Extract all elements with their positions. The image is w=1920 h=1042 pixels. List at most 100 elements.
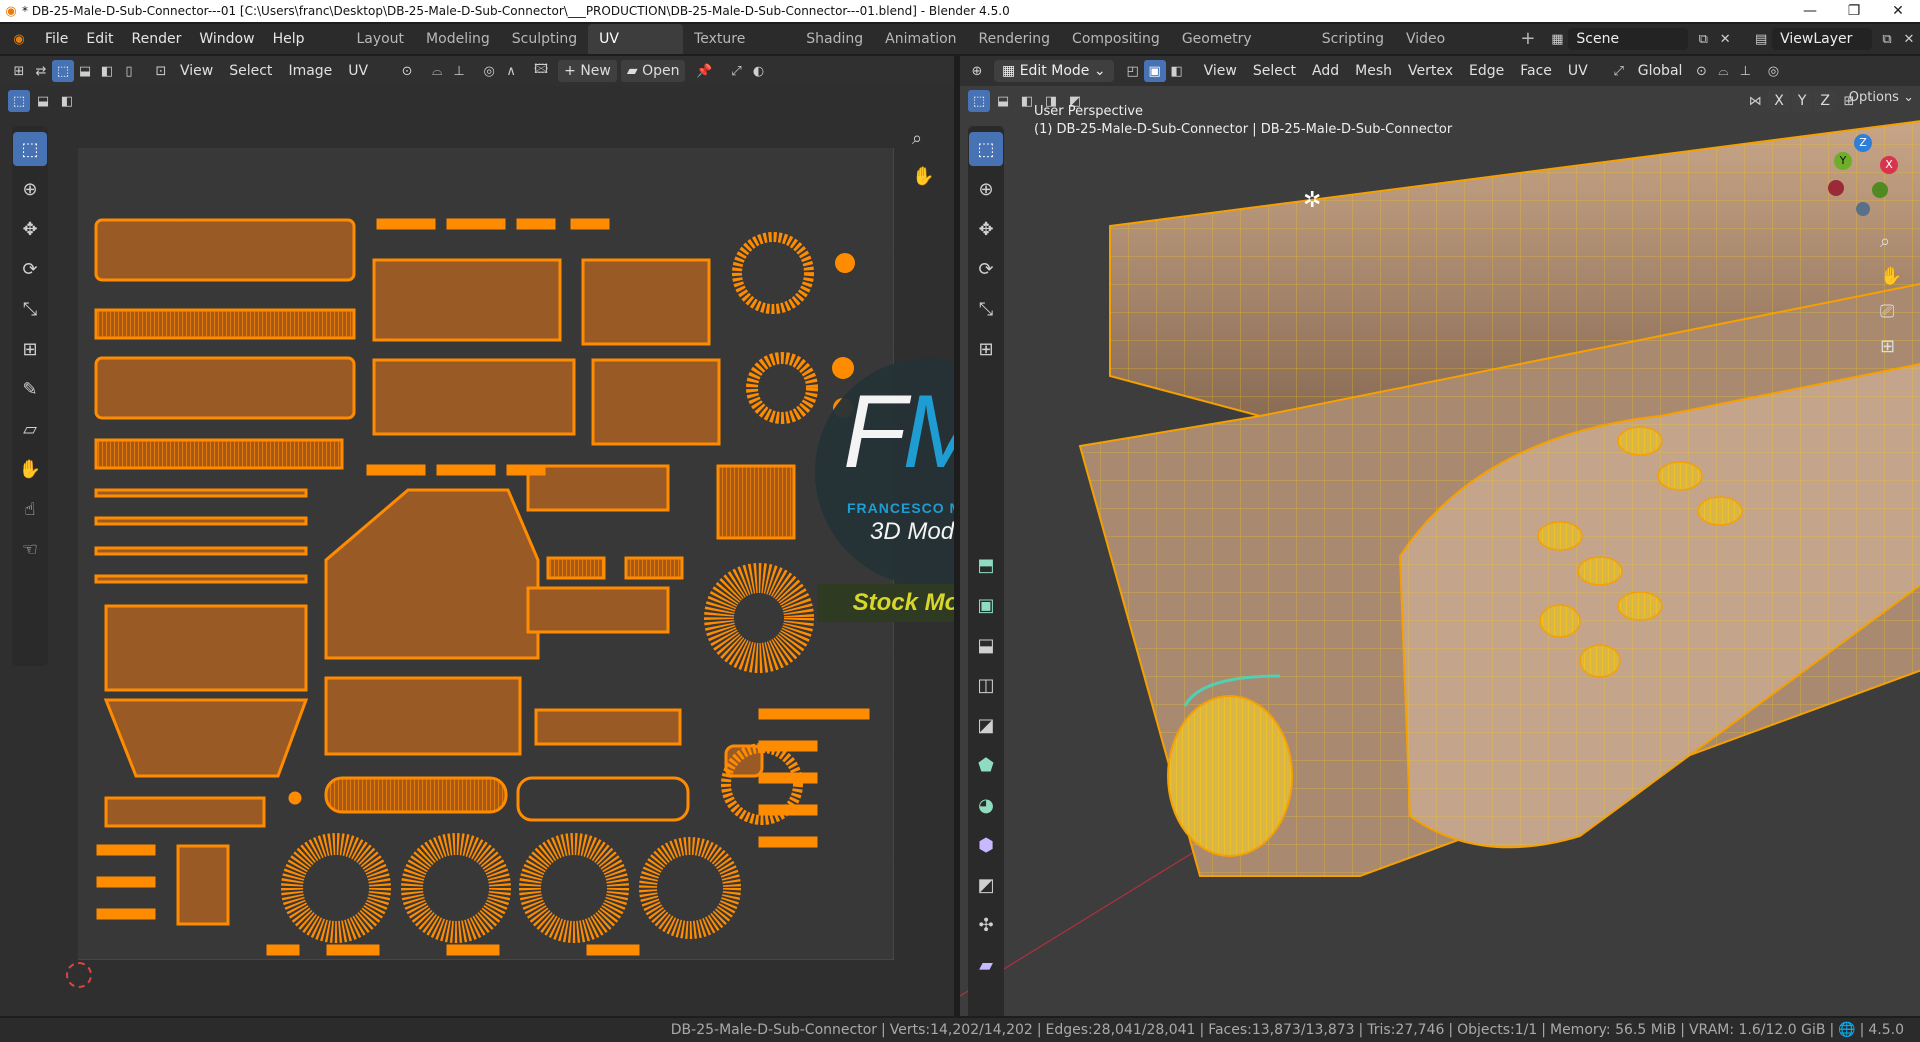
- vp-mode-set-icon[interactable]: ⬚: [968, 90, 990, 112]
- gizmo-neg-x[interactable]: [1828, 180, 1844, 196]
- snapping-icon[interactable]: ⌓: [1712, 60, 1734, 82]
- shear-tool-icon[interactable]: ▰: [969, 948, 1003, 982]
- pivot-point-icon[interactable]: ⊙: [1690, 60, 1712, 82]
- delete-scene-icon[interactable]: ✕: [1714, 28, 1736, 50]
- mirror-x-button[interactable]: X: [1768, 90, 1790, 112]
- tab-texture-paint[interactable]: Texture Paint: [683, 24, 795, 77]
- menu-window[interactable]: Window: [190, 24, 263, 54]
- falloff-icon[interactable]: ∧: [500, 60, 522, 82]
- scene-selector[interactable]: Scene: [1568, 28, 1689, 50]
- tab-shading[interactable]: Shading: [795, 24, 874, 54]
- mirror-y-button[interactable]: Y: [1791, 90, 1813, 112]
- scale-tool-icon[interactable]: ⤡: [13, 292, 47, 326]
- editor-type-icon[interactable]: ⊞: [8, 60, 30, 82]
- tab-compositing[interactable]: Compositing: [1061, 24, 1171, 54]
- snap-target-icon[interactable]: ⊥: [448, 60, 470, 82]
- image-browse-icon[interactable]: 🖾: [530, 60, 552, 82]
- menu-select[interactable]: Select: [221, 63, 280, 79]
- select-box-tool-icon[interactable]: ⬚: [13, 132, 47, 166]
- vp-menu-face[interactable]: Face: [1512, 63, 1560, 79]
- view-layer-icon[interactable]: ▤: [1750, 28, 1772, 50]
- orientation-icon[interactable]: ⤢: [1608, 60, 1630, 82]
- maximize-button[interactable]: ❐: [1832, 3, 1876, 19]
- snap-icon[interactable]: ⌓: [426, 60, 448, 82]
- cursor-tool-icon[interactable]: ⊕: [13, 172, 47, 206]
- pin-icon[interactable]: 📌: [693, 60, 715, 82]
- gizmo-neg-y[interactable]: [1872, 182, 1888, 198]
- new-scene-icon[interactable]: ⧉: [1692, 28, 1714, 50]
- gizmo-neg-z[interactable]: [1856, 202, 1870, 216]
- vp-transform-tool-icon[interactable]: ⊞: [969, 332, 1003, 366]
- open-image-button[interactable]: ▰ Open: [620, 60, 686, 82]
- menu-edit[interactable]: Edit: [77, 24, 122, 54]
- poly-build-tool-icon[interactable]: ⬟: [969, 748, 1003, 782]
- move-tool-icon[interactable]: ✥: [13, 212, 47, 246]
- edge-mode-icon[interactable]: ▣: [1143, 60, 1166, 82]
- vp-move-tool-icon[interactable]: ✥: [969, 212, 1003, 246]
- viewport-type-icon[interactable]: ⊕: [966, 60, 988, 82]
- vp-menu-uv[interactable]: UV: [1560, 63, 1596, 79]
- gizmo-toggle-icon[interactable]: ⤢: [725, 60, 747, 82]
- rotate-tool-icon[interactable]: ⟳: [13, 252, 47, 286]
- vp-select-box-tool-icon[interactable]: ⬚: [969, 132, 1003, 166]
- proportional-edit-icon[interactable]: ◎: [478, 60, 500, 82]
- extrude-tool-icon[interactable]: ⬒: [969, 548, 1003, 582]
- tab-video-editing[interactable]: Video Editing: [1395, 24, 1509, 77]
- proportional-icon[interactable]: ◎: [1762, 60, 1784, 82]
- menu-view[interactable]: View: [172, 63, 221, 79]
- bevel-tool-icon[interactable]: ⬓: [969, 628, 1003, 662]
- tab-uv-editing[interactable]: UV Editing: [588, 24, 684, 77]
- inset-tool-icon[interactable]: ▣: [969, 588, 1003, 622]
- face-mode-icon[interactable]: ◧: [1166, 60, 1188, 82]
- relax-tool-icon[interactable]: ☝: [13, 492, 47, 526]
- new-view-layer-icon[interactable]: ⧉: [1876, 28, 1898, 50]
- tab-sculpting[interactable]: Sculpting: [501, 24, 588, 54]
- vp-menu-vertex[interactable]: Vertex: [1400, 63, 1461, 79]
- spin-tool-icon[interactable]: ◕: [969, 788, 1003, 822]
- pivot-icon[interactable]: ⊙: [396, 60, 418, 82]
- vertex-select-icon[interactable]: ⬚: [52, 60, 74, 82]
- new-image-button[interactable]: + New: [558, 60, 617, 82]
- navigation-gizmo[interactable]: Z Y X: [1820, 134, 1910, 224]
- delete-view-layer-icon[interactable]: ✕: [1898, 28, 1920, 50]
- vp-pan-icon[interactable]: ✋: [1880, 266, 1902, 287]
- connector-model[interactable]: [960, 116, 1920, 1016]
- camera-view-icon[interactable]: ⎚: [1880, 301, 1902, 322]
- island-select-icon[interactable]: ▯: [118, 60, 140, 82]
- menu-image[interactable]: Image: [280, 63, 340, 79]
- options-dropdown[interactable]: Options ⌄: [1849, 90, 1914, 105]
- sticky-select-icon[interactable]: ⊡: [150, 60, 172, 82]
- vp-menu-edge[interactable]: Edge: [1461, 63, 1512, 79]
- knife-tool-icon[interactable]: ◪: [969, 708, 1003, 742]
- snap-element-icon[interactable]: ⊥: [1734, 60, 1756, 82]
- zoom-icon[interactable]: ⌕: [912, 128, 922, 149]
- orientation-selector[interactable]: Global: [1630, 63, 1691, 79]
- shrink-fatten-tool-icon[interactable]: ✣: [969, 908, 1003, 942]
- menu-render[interactable]: Render: [123, 24, 191, 54]
- tab-rendering[interactable]: Rendering: [968, 24, 1062, 54]
- vp-mode-extend-icon[interactable]: ⬓: [992, 90, 1014, 112]
- vp-menu-mesh[interactable]: Mesh: [1347, 63, 1400, 79]
- grab-tool-icon[interactable]: ✋: [13, 452, 47, 486]
- vp-rotate-tool-icon[interactable]: ⟳: [969, 252, 1003, 286]
- mirror-z-button[interactable]: Z: [1814, 90, 1836, 112]
- overlay-toggle-icon[interactable]: ◐: [747, 60, 769, 82]
- mode-subtract-icon[interactable]: ◧: [56, 90, 78, 112]
- tab-scripting[interactable]: Scripting: [1311, 24, 1395, 54]
- mode-selector[interactable]: ▦ Edit Mode ⌄: [994, 60, 1114, 82]
- vp-menu-view[interactable]: View: [1196, 63, 1245, 79]
- pan-hand-icon[interactable]: ✋: [912, 166, 934, 187]
- ortho-toggle-icon[interactable]: ⊞: [1880, 336, 1902, 357]
- vertex-mode-icon[interactable]: ◰: [1122, 60, 1144, 82]
- mode-set-icon[interactable]: ⬚: [8, 90, 30, 112]
- sync-selection-icon[interactable]: ⇄: [30, 60, 52, 82]
- scene-icon[interactable]: ▦: [1546, 28, 1568, 50]
- mode-extend-icon[interactable]: ⬓: [32, 90, 54, 112]
- gizmo-x[interactable]: X: [1880, 156, 1898, 174]
- edge-slide-tool-icon[interactable]: ◩: [969, 868, 1003, 902]
- transform-tool-icon[interactable]: ⊞: [13, 332, 47, 366]
- vp-zoom-icon[interactable]: ⌕: [1880, 231, 1902, 252]
- face-select-icon[interactable]: ◧: [96, 60, 118, 82]
- tab-geometry-nodes[interactable]: Geometry Nodes: [1171, 24, 1311, 77]
- gizmo-y[interactable]: Y: [1834, 152, 1852, 170]
